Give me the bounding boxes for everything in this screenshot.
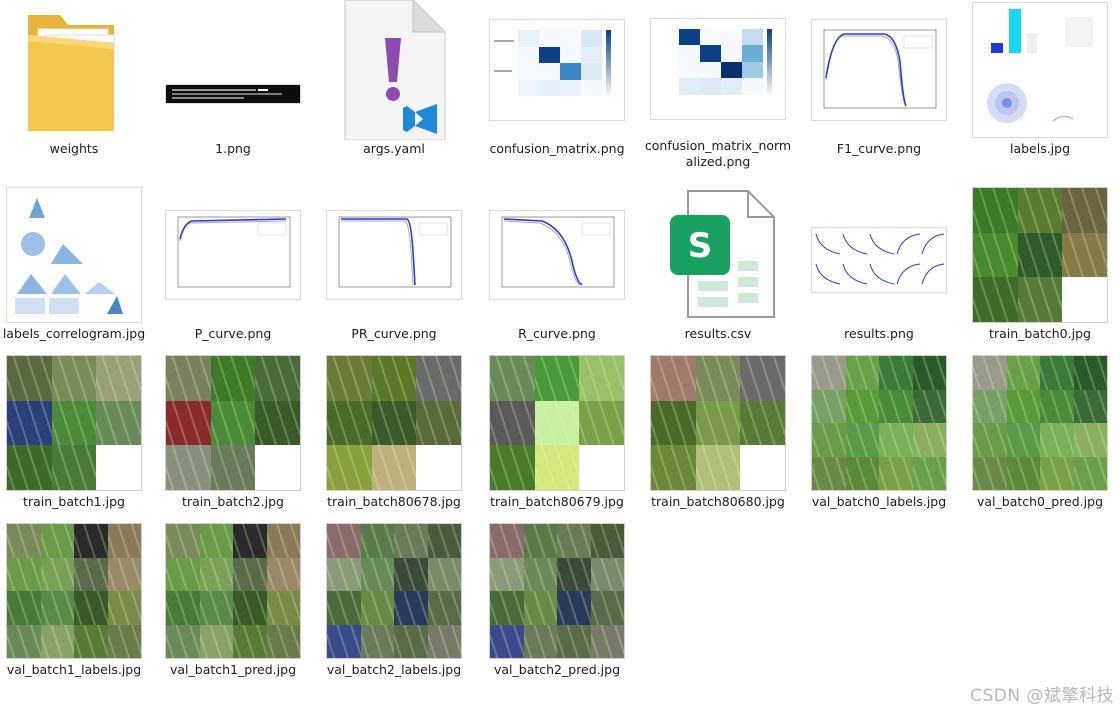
file-name: P_curve.png [194,326,272,341]
file-name: val_batch1_pred.jpg [169,662,296,677]
file-name: results.png [844,326,914,341]
image-thumbnail [153,0,313,140]
yaml-file-icon [314,0,474,140]
file-item-confusion-matrix[interactable]: confusion_matrix.png [477,0,637,170]
watermark: CSDN @斌擎科技 [970,686,1114,706]
file-item-val-batch1-labels[interactable]: val_batch1_labels.jpg [0,521,154,691]
file-name: train_batch80679.jpg [490,494,624,509]
file-name: val_batch2_labels.jpg [326,662,462,677]
file-item-train-batch80680[interactable]: train_batch80680.jpg [638,353,798,523]
file-name: PR_curve.png [351,326,437,341]
file-name: confusion_matrix.png [489,141,625,156]
file-name: train_batch80678.jpg [327,494,461,509]
file-item-train-batch1[interactable]: train_batch1.jpg [0,353,154,523]
csv-file-icon: S [638,185,798,325]
image-thumbnail [799,353,959,493]
file-item-val-batch2-labels[interactable]: val_batch2_labels.jpg [314,521,474,691]
file-item-args-yaml[interactable]: args.yaml [314,0,474,170]
file-item-train-batch0[interactable]: train_batch0.jpg [960,185,1120,355]
file-name: 1.png [215,141,251,156]
image-thumbnail [153,353,313,493]
image-thumbnail [799,0,959,140]
file-name: val_batch0_pred.jpg [976,494,1103,509]
file-item-val-batch0-labels[interactable]: val_batch0_labels.jpg [799,353,959,523]
file-item-val-batch1-pred[interactable]: val_batch1_pred.jpg [153,521,313,691]
file-grid: weights 1.png args.yaml confusion_matrix… [0,0,1120,714]
image-thumbnail [477,0,637,140]
file-name: confusion_matrix_normalized.png [644,138,792,169]
image-thumbnail [0,521,154,661]
file-name: val_batch1_labels.jpg [6,662,142,677]
file-name: labels.jpg [1009,141,1071,156]
image-thumbnail [153,185,313,325]
file-name: results.csv [684,326,752,341]
file-name: args.yaml [363,141,425,156]
image-thumbnail [960,0,1120,140]
image-thumbnail [960,353,1120,493]
file-name: train_batch1.jpg [23,494,125,509]
svg-text:S: S [688,226,713,266]
file-item-results-csv[interactable]: S results.csv [638,185,798,355]
image-thumbnail [799,185,959,325]
file-item-val-batch0-pred[interactable]: val_batch0_pred.jpg [960,353,1120,523]
file-name: weights [49,141,99,156]
file-name: F1_curve.png [836,141,922,156]
image-thumbnail [477,185,637,325]
file-item-weights[interactable]: weights [0,0,154,170]
image-thumbnail [153,521,313,661]
file-item-f1-curve[interactable]: F1_curve.png [799,0,959,170]
file-item-pr-curve[interactable]: PR_curve.png [314,185,474,355]
image-thumbnail [960,185,1120,325]
image-thumbnail [477,353,637,493]
file-name: val_batch0_labels.jpg [811,494,947,509]
image-thumbnail [314,185,474,325]
image-thumbnail [0,185,154,325]
file-item-confusion-matrix-normalized[interactable]: confusion_matrix_normalized.png [638,0,798,170]
file-item-train-batch80678[interactable]: train_batch80678.jpg [314,353,474,523]
file-item-r-curve[interactable]: R_curve.png [477,185,637,355]
folder-icon [0,0,154,140]
image-thumbnail [0,353,154,493]
file-item-results-png[interactable]: results.png [799,185,959,355]
file-name: train_batch80680.jpg [651,494,785,509]
file-item-labels-correlogram[interactable]: labels_correlogram.jpg [0,185,154,355]
file-item-p-curve[interactable]: P_curve.png [153,185,313,355]
file-name: labels_correlogram.jpg [2,326,146,341]
file-name: train_batch2.jpg [182,494,284,509]
image-thumbnail [314,353,474,493]
file-name: val_batch2_pred.jpg [493,662,620,677]
file-name: R_curve.png [518,326,596,341]
file-item-val-batch2-pred[interactable]: val_batch2_pred.jpg [477,521,637,691]
image-thumbnail [638,353,798,493]
image-thumbnail [314,521,474,661]
file-name: train_batch0.jpg [989,326,1091,341]
image-thumbnail [477,521,637,661]
image-thumbnail [638,0,798,137]
file-item-1png[interactable]: 1.png [153,0,313,170]
file-item-train-batch2[interactable]: train_batch2.jpg [153,353,313,523]
file-item-labels[interactable]: labels.jpg [960,0,1120,170]
file-item-train-batch80679[interactable]: train_batch80679.jpg [477,353,637,523]
